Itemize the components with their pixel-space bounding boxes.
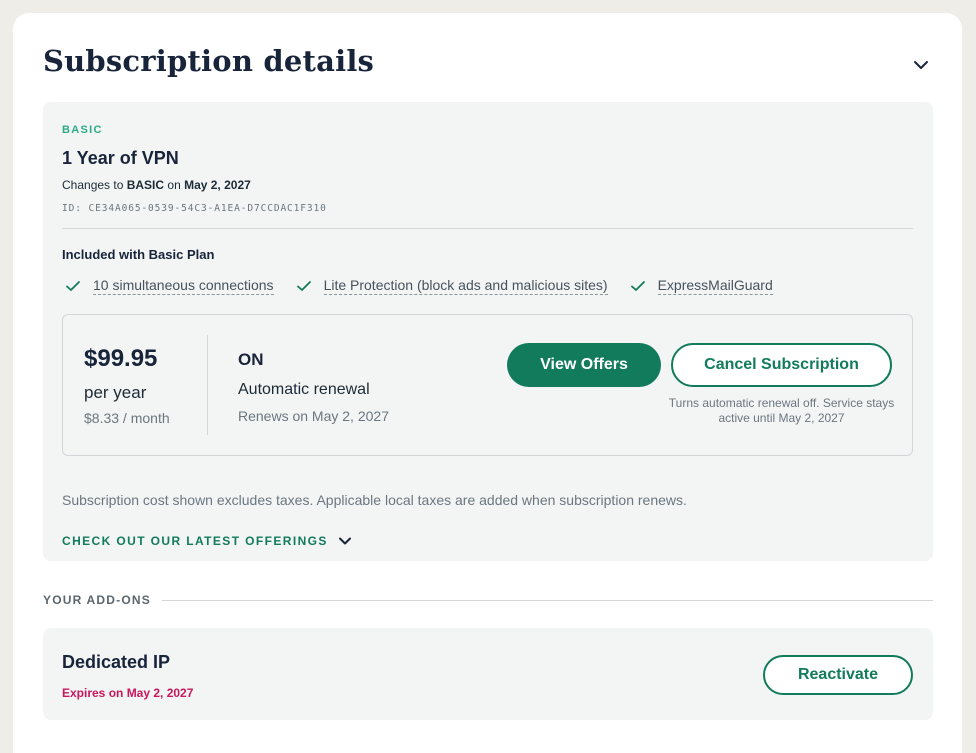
addons-divider — [162, 600, 933, 601]
tax-note: Subscription cost shown excludes taxes. … — [62, 492, 687, 508]
subscription-id: ID: CE34A065-0539-54C3-A1EA-D7CCDAC1F310 — [62, 203, 327, 214]
subscription-details-card: Subscription details BASIC 1 Year of VPN… — [13, 13, 962, 753]
feature-lite-protection[interactable]: Lite Protection (block ads and malicious… — [323, 277, 608, 295]
included-features-title: Included with Basic Plan — [62, 247, 215, 262]
cancel-note: Turns automatic renewal off. Service sta… — [668, 396, 895, 425]
latest-offerings-toggle[interactable]: CHECK OUT OUR LATEST OFFERINGS — [62, 533, 353, 549]
collapse-button[interactable] — [909, 53, 933, 77]
changes-tier: BASIC — [126, 178, 165, 192]
feature-item: 10 simultaneous connections — [65, 277, 274, 295]
renewal-status: ON — [238, 350, 264, 369]
checkmark-icon — [630, 281, 645, 291]
addon-item: Dedicated IP Expires on May 2, 2027 Reac… — [43, 628, 933, 720]
feature-item: Lite Protection (block ads and malicious… — [296, 277, 608, 295]
reactivate-button[interactable]: Reactivate — [763, 655, 913, 695]
checkmark-icon — [296, 281, 311, 291]
addon-name: Dedicated IP — [62, 652, 171, 672]
plan-change-notice: Changes to BASIC on May 2, 2027 — [62, 178, 251, 192]
feature-list: 10 simultaneous connections Lite Protect… — [65, 275, 795, 297]
addons-heading: YOUR ADD-ONS — [43, 593, 151, 607]
divider — [62, 228, 913, 229]
latest-offerings-label: CHECK OUT OUR LATEST OFFERINGS — [62, 534, 328, 548]
vertical-divider — [207, 335, 208, 435]
monthly-price: $8.33 / month — [84, 410, 170, 426]
page-title: Subscription details — [43, 44, 375, 78]
renewal-date: Renews on May 2, 2027 — [238, 408, 389, 424]
plan-name: 1 Year of VPN — [62, 148, 179, 168]
chevron-down-icon — [338, 537, 351, 545]
renewal-label: Automatic renewal — [238, 381, 370, 398]
chevron-down-icon — [914, 61, 928, 69]
checkmark-icon — [66, 281, 80, 291]
feature-mailguard[interactable]: ExpressMailGuard — [657, 277, 773, 295]
addon-expiry: Expires on May 2, 2027 — [62, 686, 194, 700]
feature-connections[interactable]: 10 simultaneous connections — [93, 277, 274, 295]
view-offers-button[interactable]: View Offers — [507, 343, 661, 387]
price: $99.95 — [84, 345, 158, 372]
cancel-subscription-button[interactable]: Cancel Subscription — [671, 343, 892, 387]
feature-item: ExpressMailGuard — [630, 277, 773, 295]
changes-mid: on — [164, 178, 185, 192]
changes-date: May 2, 2027 — [184, 178, 251, 192]
changes-prefix: Changes to — [62, 178, 127, 192]
plan-panel: BASIC 1 Year of VPN Changes to BASIC on … — [43, 102, 933, 561]
plan-tier-label: BASIC — [62, 124, 103, 136]
billing-box: $99.95 per year $8.33 / month ON Automat… — [62, 314, 913, 456]
billing-period: per year — [84, 383, 147, 402]
